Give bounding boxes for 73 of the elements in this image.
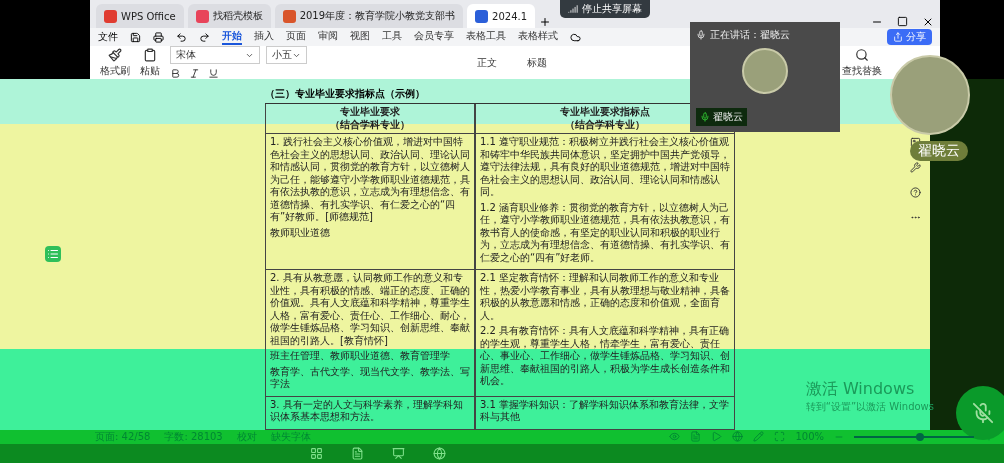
paste-button[interactable]: 粘贴 bbox=[140, 47, 160, 78]
undo-icon[interactable] bbox=[176, 31, 187, 43]
app-icon bbox=[104, 9, 117, 23]
name-tag: 翟晓云 bbox=[910, 141, 968, 161]
cloud-icon[interactable] bbox=[570, 31, 581, 43]
outline-button[interactable] bbox=[44, 246, 61, 263]
requirement-text: 1. 践行社会主义核心价值观，增进对中国特色社会主义的思想认同、政治认同、理论认同和情感认同，贯彻党的教育方针，以立德树人为己任，能够遵守小学教师职业道德规范，具有依法执教的意识，立志成为有理想信念、有道德情操、有扎实学识、有仁爱之心的“四有”好教师。[师德规范] bbox=[270, 136, 470, 224]
italic-icon[interactable] bbox=[189, 68, 200, 79]
clipboard-icon bbox=[143, 47, 157, 62]
list-icon bbox=[46, 248, 59, 261]
ribbon-tab[interactable]: 页面 bbox=[286, 29, 306, 45]
font-dropdown[interactable]: 宋体 bbox=[170, 46, 260, 64]
speaker-label: 正在讲话：翟晓云 bbox=[696, 28, 790, 42]
ribbon-tab[interactable]: 视图 bbox=[350, 29, 370, 45]
underline-icon[interactable] bbox=[208, 68, 219, 79]
app-icon bbox=[475, 9, 489, 23]
paintbrush-icon bbox=[108, 47, 122, 62]
microphone-icon bbox=[696, 30, 706, 40]
help-icon[interactable] bbox=[909, 187, 921, 198]
indicator-text: 2.1 坚定教育情怀：理解和认同教师工作的意义和专业性，热爱小学教育事业，具有从教理想与敬业精神，具备积极的从教意愿和情感，正确的态度和价值观，全面育人。 bbox=[480, 272, 730, 322]
print-icon[interactable] bbox=[153, 31, 164, 43]
document-tab[interactable]: WPS Office bbox=[96, 4, 184, 28]
section-heading: （三）专业毕业要求指标点（示例） bbox=[265, 87, 426, 101]
close-icon[interactable] bbox=[922, 16, 934, 28]
requirement-text: 教育学、古代文学、现当代文学、教学法、写字法 bbox=[270, 365, 470, 391]
app-icon bbox=[282, 9, 296, 23]
requirement-text: 教师职业道德 bbox=[270, 226, 331, 239]
column-header: 专业毕业要求 （结合学科专业） bbox=[265, 104, 475, 134]
activation-watermark: 激活 Windows bbox=[805, 378, 916, 400]
style-option[interactable]: 标题 bbox=[527, 55, 547, 70]
taskbar-app-icon[interactable] bbox=[351, 446, 364, 460]
document-tab[interactable]: 2019年度：教育学院小教党支部书 bbox=[274, 4, 464, 28]
signal-icon bbox=[568, 4, 578, 14]
ribbon-tab[interactable]: 表格样式 bbox=[518, 29, 558, 45]
file-menu[interactable]: 文件 bbox=[98, 30, 118, 44]
taskbar-app-icon[interactable] bbox=[392, 446, 405, 460]
ribbon-tab[interactable]: 表格工具 bbox=[466, 29, 506, 45]
ribbon-tab[interactable]: 开始 bbox=[222, 29, 242, 45]
font-size-dropdown[interactable]: 小五 bbox=[266, 46, 307, 64]
document-tab[interactable]: 找稻壳模板 bbox=[187, 4, 271, 28]
participant-name: 翟晓云 bbox=[696, 108, 747, 126]
avatar bbox=[742, 48, 788, 94]
requirement-text: 2. 具有从教意愿，认同教师工作的意义和专业性，具有积极的情感、端正的态度、正确的价值观。具有人文底蕴和科学精神，尊重学生人格，富有爱心、责任心、工作细心、耐心，做学生锤炼品格、学习知识、创新思维、奉献祖国的引路人。[教育情怀] bbox=[270, 272, 470, 347]
start-icon[interactable] bbox=[310, 446, 323, 460]
ribbon-tab[interactable]: 审阅 bbox=[318, 29, 338, 45]
tools-icon[interactable] bbox=[909, 162, 921, 173]
save-icon[interactable] bbox=[130, 31, 141, 43]
ribbon-tab[interactable]: 插入 bbox=[254, 29, 274, 45]
format-painter-button[interactable]: 格式刷 bbox=[100, 47, 130, 78]
document-tab[interactable]: 2024.1 bbox=[467, 4, 536, 28]
indicator-text: 1.1 遵守职业规范：积极树立并践行社会主义核心价值观和铸牢中华民族共同体意识，坚定拥护中国共产党领导，遵守法律法规，具有良好的职业道德规范，增进对中国特色社会主义的思想认同、政治认同、理论认同和情感认同。 bbox=[480, 136, 730, 199]
share-button[interactable]: 分享 bbox=[887, 29, 932, 45]
browser-icon[interactable] bbox=[433, 446, 446, 460]
new-tab-icon[interactable] bbox=[539, 16, 552, 28]
muted-microphone-icon bbox=[972, 401, 994, 424]
requirement-text: 3. 具有一定的人文与科学素养，理解学科知识体系基本思想和方法。 bbox=[270, 398, 464, 424]
stop-sharing-button[interactable]: 停止共享屏幕 bbox=[560, 0, 650, 18]
share-icon bbox=[893, 32, 903, 42]
microphone-icon bbox=[700, 112, 710, 122]
requirement-text: 班主任管理、教师职业道德、教育管理学 bbox=[270, 350, 451, 363]
style-option[interactable]: 正文 bbox=[477, 55, 497, 70]
indicator-text: 1.2 涵育职业修养：贯彻党的教育方针，以立德树人为己任，遵守小学教师职业道德规范，具有依法执教意识，有教书育人的使命感，有坚定的职业认同和积极的职业行为，立志成为有理想信念、有道德情操、有扎实学识、有仁爱之心的“四有”好老师。 bbox=[480, 201, 730, 264]
search-icon bbox=[855, 47, 869, 62]
maximize-icon[interactable] bbox=[897, 16, 908, 27]
app-icon bbox=[195, 9, 209, 23]
ribbon-tab[interactable]: 会员专享 bbox=[414, 29, 454, 45]
indicator-text: 3.1 掌握学科知识：了解学科知识体系和教育法律，文学科与其他 bbox=[480, 398, 730, 424]
bold-icon[interactable] bbox=[170, 68, 181, 79]
ribbon-tab[interactable]: 工具 bbox=[382, 29, 402, 45]
find-replace-button[interactable]: 查找替换 bbox=[842, 47, 882, 78]
redo-icon[interactable] bbox=[199, 31, 210, 43]
zoom-slider[interactable] bbox=[854, 435, 974, 438]
indicator-text: 2.2 具有教育情怀：具有人文底蕴和科学精神，具有正确的学生观，尊重学生人格，情牵学生，富有爱心、责任心、事业心、工作细心，做学生锤炼品格、学习知识、创新思维、奉献祖国的引路人，积极为学生成长创造条件和机会。 bbox=[480, 325, 730, 388]
